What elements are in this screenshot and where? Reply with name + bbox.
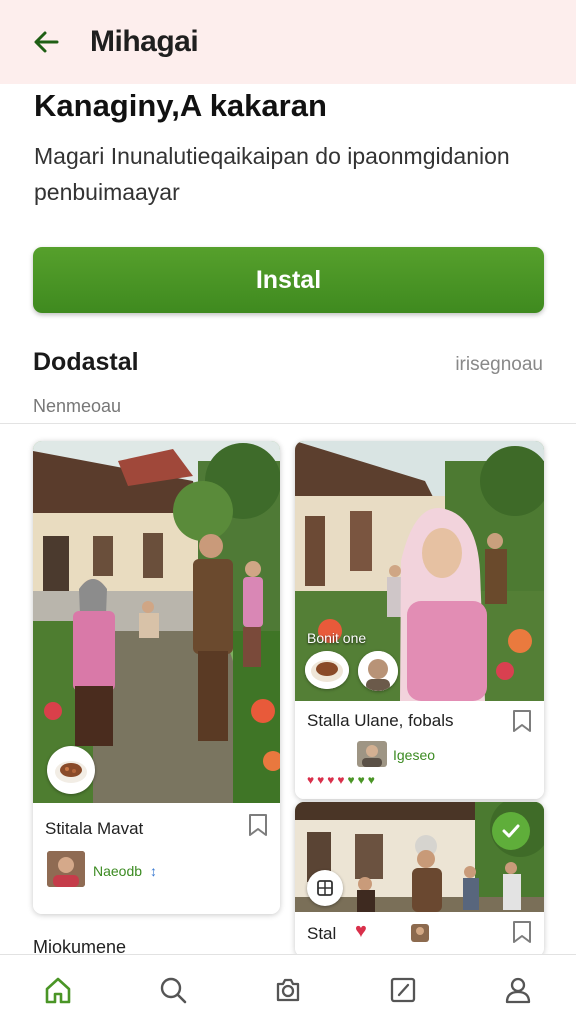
bookmark-icon[interactable]: [247, 813, 269, 837]
card-title: Stalla Ulane, fobals: [307, 711, 454, 730]
heart-icon: ♥: [337, 773, 345, 787]
heart-icon: ♥: [357, 773, 365, 787]
bowl-icon: [305, 651, 349, 689]
rating-hearts: ♥ ♥ ♥ ♥ ♥ ♥ ♥: [307, 773, 375, 787]
image-frame-icon: [317, 880, 333, 896]
profile-icon: [506, 977, 531, 1003]
card-info: Stalla Ulane, fobals Igeseo ♥ ♥ ♥ ♥ ♥ ♥ …: [295, 701, 544, 799]
section-divider: [0, 423, 576, 424]
check-icon: [502, 824, 520, 838]
avatar[interactable]: [411, 924, 429, 942]
avatar[interactable]: [47, 851, 85, 887]
heart-icon: ♥: [347, 773, 355, 787]
user-name[interactable]: Naeodb ↕: [93, 863, 157, 879]
nav-camera[interactable]: [258, 960, 318, 1020]
checkmark-badge: [492, 812, 530, 850]
nav-profile[interactable]: [488, 960, 548, 1020]
person-avatar-image: [47, 851, 85, 887]
user-name[interactable]: Igeseo: [393, 747, 435, 763]
card-title: Stal: [307, 924, 337, 943]
person-avatar-image: [358, 651, 398, 691]
heart-icon: ♥: [307, 773, 315, 787]
heart-icon: ♥: [367, 773, 375, 787]
arrow-left-icon: [34, 31, 59, 53]
dish-thumbnail: [305, 651, 349, 689]
recipe-card[interactable]: Stal ♥: [295, 802, 544, 957]
page-subtitle: Magari Inunalutieqaikaipan do ipaonmgida…: [34, 143, 510, 205]
recipe-card[interactable]: Stitala Mavat Naeodb ↕: [33, 441, 280, 914]
nav-edit[interactable]: [373, 960, 433, 1020]
nav-search[interactable]: [143, 960, 203, 1020]
bowl-icon: [49, 748, 93, 792]
camera-icon: [276, 978, 300, 1001]
home-icon: [45, 977, 70, 1003]
header-title: Mihagai: [90, 25, 199, 58]
heart-icon: ♥: [327, 773, 335, 787]
edit-square-icon: [391, 977, 416, 1002]
heart-icon: ♥: [317, 773, 325, 787]
card-info: Stitala Mavat Naeodb ↕: [33, 803, 280, 914]
person-avatar-image: [357, 741, 387, 767]
card-photo: [33, 441, 280, 803]
chef-avatar[interactable]: [358, 651, 398, 691]
section-subtitle: Nenmeoau: [33, 396, 122, 416]
card-photo: [295, 802, 544, 912]
search-icon: [160, 977, 187, 1003]
install-button[interactable]: Instal: [33, 247, 544, 313]
gallery-icon[interactable]: [307, 870, 343, 906]
heart-icon[interactable]: ♥: [355, 920, 367, 943]
back-button[interactable]: [16, 12, 76, 72]
app-header: Mihagai: [0, 0, 576, 84]
bookmark-icon[interactable]: [511, 920, 533, 944]
person-avatar-image: [411, 924, 429, 942]
bottom-navigation: [0, 954, 576, 1024]
bookmark-icon[interactable]: [511, 709, 533, 733]
section-title: Dodastal: [33, 348, 139, 376]
card-title: Stitala Mavat: [45, 819, 144, 838]
section-see-all-link[interactable]: irisegnoau: [455, 354, 543, 376]
user-name-text: Naeodb: [93, 863, 143, 879]
page-headline: Kanaginy,A kakaran: [34, 88, 327, 123]
avatar[interactable]: [357, 741, 387, 767]
dish-thumbnail: [47, 746, 95, 794]
card-photo: Bonit one: [295, 441, 544, 701]
recipe-card[interactable]: Bonit one Stalla Ulane, fobals Igeseo ♥ …: [295, 441, 544, 799]
user-badge: ↕: [149, 863, 157, 879]
photo-overlay-text: Bonit one: [307, 630, 367, 646]
card-info: Stal ♥: [295, 912, 544, 957]
nav-home[interactable]: [28, 960, 88, 1020]
